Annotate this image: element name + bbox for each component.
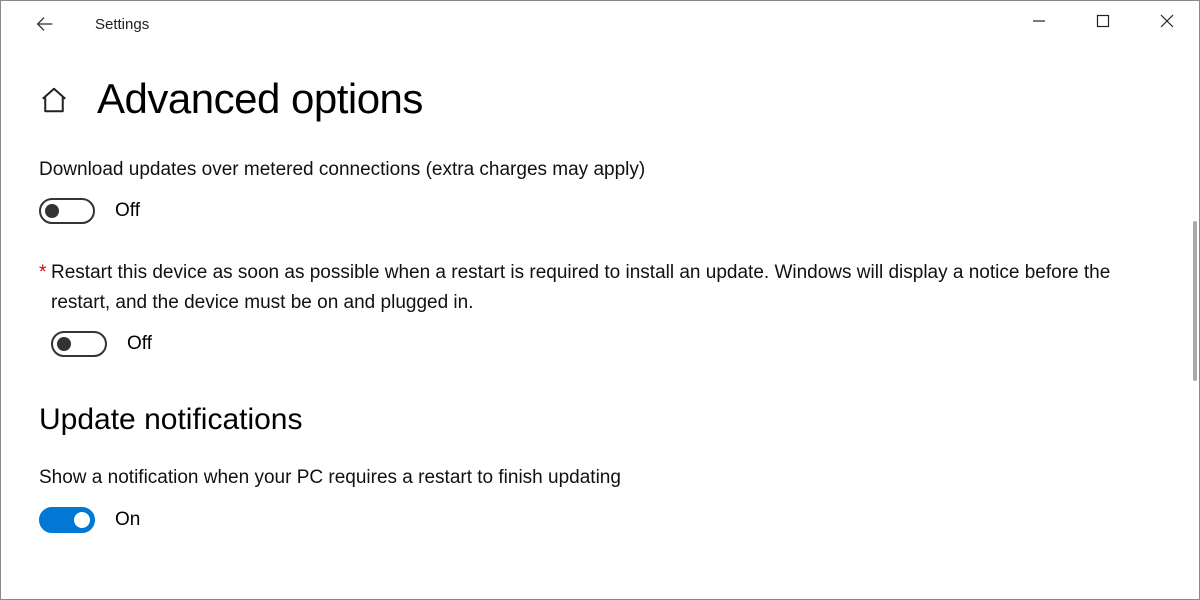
close-button[interactable]	[1135, 1, 1199, 41]
scrollbar[interactable]	[1193, 221, 1197, 381]
toggle-metered-state: Off	[115, 200, 140, 222]
maximize-button[interactable]	[1071, 1, 1135, 41]
section-heading-notifications: Update notifications	[39, 403, 1161, 437]
setting-metered-toggle-row: Off	[39, 198, 1161, 224]
toggle-knob	[74, 512, 90, 528]
maximize-icon	[1096, 14, 1110, 28]
window-controls	[1007, 1, 1199, 41]
back-button[interactable]	[25, 4, 65, 44]
setting-restart-asap-label-wrap: * Restart this device as soon as possibl…	[39, 258, 1161, 317]
toggle-knob	[57, 337, 71, 351]
content-area: Advanced options Download updates over m…	[1, 47, 1199, 533]
minimize-button[interactable]	[1007, 1, 1071, 41]
toggle-metered[interactable]	[39, 198, 95, 224]
setting-show-notification-label: Show a notification when your PC require…	[39, 463, 1161, 492]
minimize-icon	[1032, 14, 1046, 28]
toggle-show-notification[interactable]	[39, 507, 95, 533]
setting-restart-asap-toggle-row: Off	[51, 331, 1161, 357]
setting-show-notification-toggle-row: On	[39, 507, 1161, 533]
toggle-show-notification-state: On	[115, 509, 140, 531]
setting-restart-asap: * Restart this device as soon as possibl…	[39, 258, 1161, 357]
window-title: Settings	[95, 16, 149, 33]
toggle-restart-asap[interactable]	[51, 331, 107, 357]
asterisk-icon: *	[39, 258, 46, 287]
titlebar: Settings	[1, 1, 1199, 47]
toggle-knob	[45, 204, 59, 218]
setting-show-notification: Show a notification when your PC require…	[39, 463, 1161, 532]
close-icon	[1160, 14, 1174, 28]
home-icon-svg	[39, 85, 69, 115]
setting-restart-asap-label: Restart this device as soon as possible …	[51, 262, 1110, 312]
page-title: Advanced options	[97, 75, 423, 123]
page-header: Advanced options	[39, 75, 1161, 123]
setting-metered-label: Download updates over metered connection…	[39, 155, 1161, 184]
toggle-restart-asap-state: Off	[127, 333, 152, 355]
setting-metered: Download updates over metered connection…	[39, 155, 1161, 224]
home-icon[interactable]	[39, 85, 69, 120]
arrow-left-icon	[34, 13, 56, 35]
